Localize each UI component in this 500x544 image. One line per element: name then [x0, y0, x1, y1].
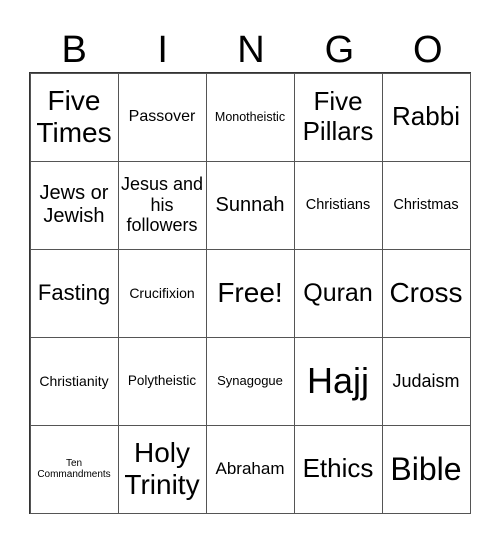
header-letter-n: N — [237, 29, 265, 71]
bingo-cell[interactable]: Polytheistic — [117, 336, 207, 426]
bingo-cell[interactable]: Bible — [381, 424, 471, 514]
bingo-cell[interactable]: Fasting — [29, 248, 119, 338]
bingo-cell[interactable]: Holy Trinity — [117, 424, 207, 514]
free-space-cell[interactable]: Free! — [205, 248, 295, 338]
bingo-cell[interactable]: Quran — [293, 248, 383, 338]
bingo-cell[interactable]: Synagogue — [205, 336, 295, 426]
bingo-cell[interactable]: Cross — [381, 248, 471, 338]
bingo-cell[interactable]: Christianity — [29, 336, 119, 426]
bingo-cell[interactable]: Five Pillars — [293, 72, 383, 162]
bingo-cell[interactable]: Jesus and his followers — [117, 160, 207, 250]
bingo-cell[interactable]: Christians — [293, 160, 383, 250]
bingo-cell[interactable]: Passover — [117, 72, 207, 162]
bingo-cell[interactable]: Christmas — [381, 160, 471, 250]
bingo-cell[interactable]: Ten Commandments — [29, 424, 119, 514]
header-letter-g: G — [324, 29, 355, 71]
bingo-cell[interactable]: Sunnah — [205, 160, 295, 250]
bingo-grid: Five Times Passover Monotheistic Five Pi… — [29, 72, 471, 514]
bingo-cell[interactable]: Hajj — [293, 336, 383, 426]
header-letter-i: I — [157, 29, 168, 71]
header-letter-o: O — [413, 29, 443, 71]
bingo-cell[interactable]: Abraham — [205, 424, 295, 514]
header-letter-b: B — [61, 29, 87, 71]
bingo-header: B I N G O — [30, 28, 472, 72]
bingo-cell[interactable]: Judaism — [381, 336, 471, 426]
bingo-cell[interactable]: Monotheistic — [205, 72, 295, 162]
bingo-cell[interactable]: Jews or Jewish — [29, 160, 119, 250]
bingo-cell[interactable]: Crucifixion — [117, 248, 207, 338]
bingo-cell[interactable]: Five Times — [29, 72, 119, 162]
bingo-cell[interactable]: Rabbi — [381, 72, 471, 162]
bingo-cell[interactable]: Ethics — [293, 424, 383, 514]
